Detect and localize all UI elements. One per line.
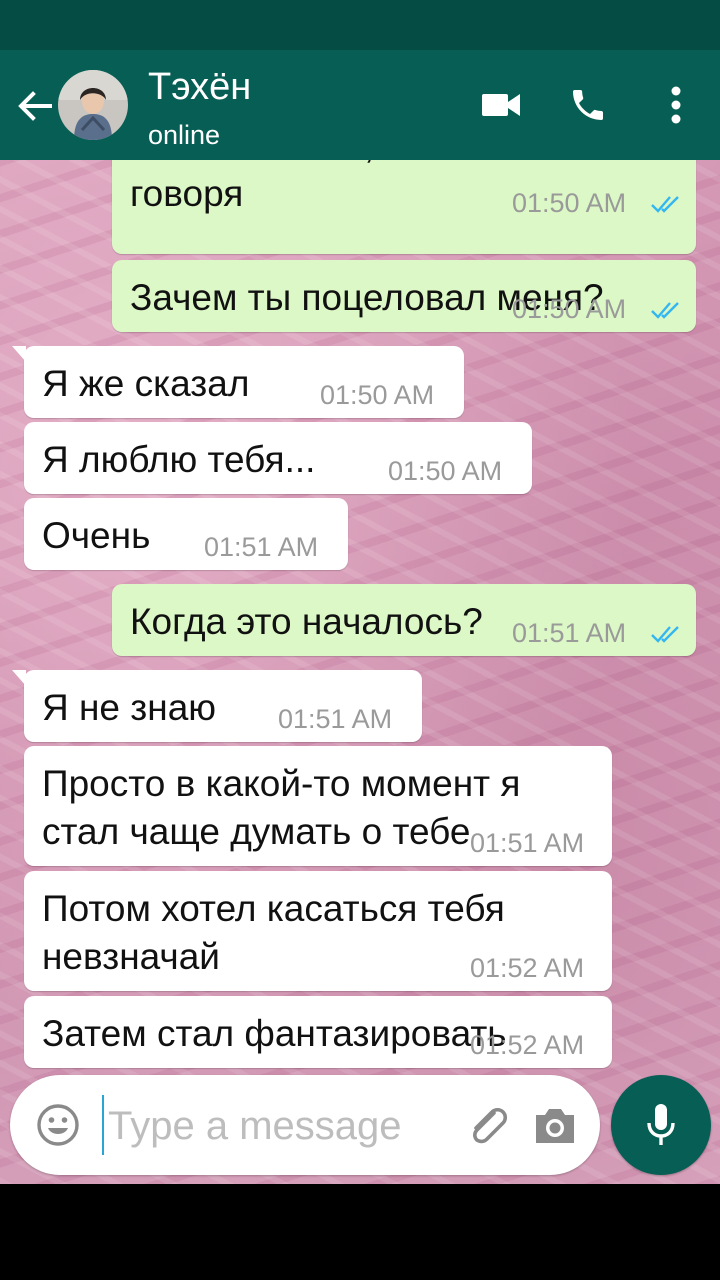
text-cursor — [102, 1095, 104, 1155]
message-bubble-incoming[interactable]: Затем стал фантазировать 01:52 AM — [24, 996, 612, 1068]
message-time: 01:52 AM — [470, 953, 585, 983]
message-time: 01:51 AM — [278, 704, 393, 734]
message-composer — [10, 1075, 600, 1175]
navigation-bar — [0, 1184, 720, 1280]
message-bubble-outgoing[interactable]: Зачем ты поцеловал меня? 01:50 AM — [112, 260, 696, 332]
read-receipt-icon — [651, 196, 679, 213]
message-time: 01:51 AM — [512, 618, 627, 648]
message-text: Когда это началось? — [130, 601, 483, 642]
message-time: 01:50 AM — [388, 456, 503, 486]
message-bubble-incoming[interactable]: Очень 01:51 AM — [24, 498, 348, 570]
message-text: стал чаще думать о тебе — [42, 811, 471, 852]
attach-icon[interactable] — [464, 1101, 512, 1149]
phone-icon[interactable] — [563, 80, 613, 130]
avatar[interactable] — [58, 70, 128, 140]
message-time: 01:52 AM — [470, 1030, 585, 1060]
message-bubble-incoming[interactable]: Просто в какой-то момент я стал чаще дум… — [24, 746, 612, 866]
chat-header: Тэхён online — [0, 50, 720, 160]
message-text: Я не знаю — [42, 687, 217, 728]
message-time: 01:51 AM — [470, 828, 585, 858]
message-bubble-incoming[interactable]: Я не знаю 01:51 AM — [12, 670, 422, 742]
message-list[interactable]: Я был в шоке,честно говоря 01:50 AM Заче… — [0, 160, 720, 1184]
mic-button[interactable] — [611, 1075, 711, 1175]
message-text: Потом хотел касаться тебя — [42, 888, 505, 929]
message-text: Я же сказал — [42, 363, 250, 404]
message-text: невзначай — [42, 936, 220, 977]
bubble-tail — [12, 346, 26, 362]
back-arrow-icon[interactable] — [14, 86, 54, 126]
status-bar — [0, 0, 720, 50]
message-time: 01:50 AM — [512, 188, 627, 218]
video-call-icon[interactable] — [476, 80, 526, 130]
message-text: Я люблю тебя... — [42, 439, 316, 480]
message-time: 01:50 AM — [512, 294, 627, 324]
message-time: 01:50 AM — [320, 380, 435, 410]
message-text: говоря — [130, 173, 244, 214]
read-receipt-icon — [651, 626, 679, 643]
contact-name[interactable]: Тэхён — [148, 64, 251, 110]
mic-icon — [647, 1104, 675, 1145]
camera-icon[interactable] — [532, 1103, 578, 1147]
message-bubble-outgoing[interactable]: Когда это началось? 01:51 AM — [112, 584, 696, 656]
message-input[interactable] — [108, 1099, 468, 1153]
message-text: Очень — [42, 515, 151, 556]
message-text: Затем стал фантазировать — [42, 1013, 507, 1054]
message-time: 01:51 AM — [204, 532, 319, 562]
message-bubble-incoming[interactable]: Я люблю тебя... 01:50 AM — [24, 422, 532, 494]
message-bubble-incoming[interactable]: Я же сказал 01:50 AM — [12, 346, 464, 418]
more-vert-icon[interactable] — [651, 80, 701, 130]
message-bubble-outgoing[interactable]: Я был в шоке,честно говоря 01:50 AM — [112, 160, 696, 254]
message-bubble-incoming[interactable]: Потом хотел касаться тебя невзначай 01:5… — [24, 871, 612, 991]
message-text: Просто в какой-то момент я — [42, 763, 521, 804]
bubble-tail — [12, 670, 26, 686]
message-text: Я был в шоке,честно — [130, 160, 491, 170]
contact-status: online — [148, 120, 221, 150]
emoji-icon[interactable] — [36, 1103, 80, 1147]
read-receipt-icon — [651, 302, 679, 319]
